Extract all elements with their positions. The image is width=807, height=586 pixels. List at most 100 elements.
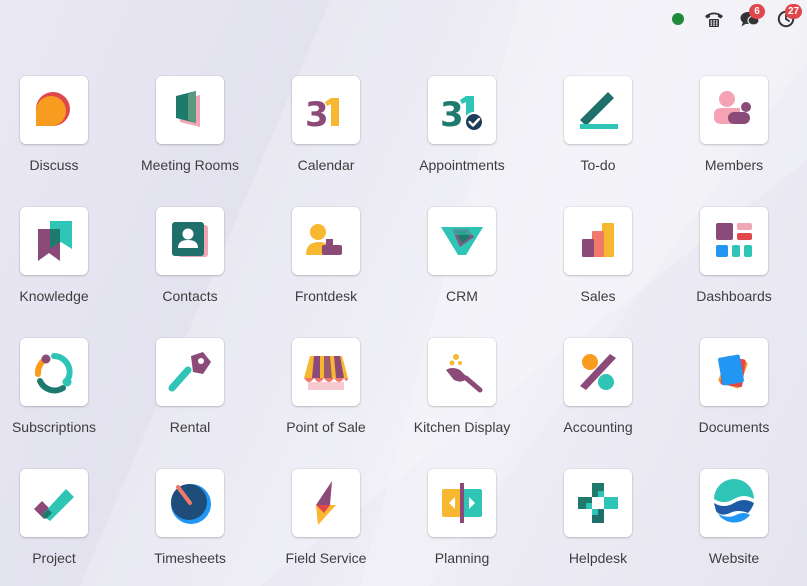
app-tile bbox=[292, 469, 360, 537]
app-label: Contacts bbox=[162, 288, 218, 304]
app-tile: 3 bbox=[292, 76, 360, 144]
app-planning[interactable]: Planning bbox=[394, 469, 530, 581]
app-discuss[interactable]: Discuss bbox=[0, 76, 122, 188]
sales-icon bbox=[582, 223, 614, 257]
messages-button[interactable]: 6 bbox=[739, 4, 765, 30]
app-tile bbox=[700, 76, 768, 144]
todo-icon bbox=[580, 92, 618, 129]
app-label: Accounting bbox=[563, 419, 633, 435]
app-tile bbox=[700, 338, 768, 406]
app-calendar[interactable]: 3 Calendar bbox=[258, 76, 394, 188]
app-field-service[interactable]: Field Service bbox=[258, 469, 394, 581]
field-service-icon bbox=[316, 481, 336, 525]
app-label: Point of Sale bbox=[286, 419, 366, 435]
app-members[interactable]: Members bbox=[666, 76, 802, 188]
app-tile bbox=[700, 469, 768, 537]
app-sales[interactable]: Sales bbox=[530, 207, 666, 319]
activities-badge: 27 bbox=[785, 4, 803, 19]
app-label: Kitchen Display bbox=[413, 419, 511, 435]
app-tile bbox=[156, 76, 224, 144]
app-label: Meeting Rooms bbox=[140, 157, 240, 173]
crm-icon bbox=[441, 227, 483, 255]
kitchen-display-icon bbox=[446, 354, 483, 393]
phone-button[interactable] bbox=[703, 8, 725, 30]
app-label: Knowledge bbox=[19, 288, 89, 304]
app-label: To-do bbox=[580, 157, 616, 173]
timesheets-icon bbox=[171, 484, 211, 524]
app-rental[interactable]: Rental bbox=[122, 338, 258, 450]
app-tile bbox=[564, 207, 632, 275]
accounting-icon bbox=[580, 354, 616, 390]
app-tile bbox=[700, 207, 768, 275]
app-label: Project bbox=[32, 550, 76, 566]
frontdesk-icon bbox=[306, 224, 342, 255]
documents-icon bbox=[718, 354, 748, 389]
meeting-rooms-icon bbox=[176, 91, 200, 127]
app-label: Members bbox=[704, 157, 764, 173]
app-subscriptions[interactable]: Subscriptions bbox=[0, 338, 122, 450]
systray: 6 27 bbox=[667, 4, 803, 32]
app-tile bbox=[156, 338, 224, 406]
app-accounting[interactable]: Accounting bbox=[530, 338, 666, 450]
app-website[interactable]: Website bbox=[666, 469, 802, 581]
app-tile bbox=[20, 469, 88, 537]
activities-button[interactable]: 27 bbox=[775, 4, 803, 30]
app-tile bbox=[292, 207, 360, 275]
app-kitchen-display[interactable]: Kitchen Display bbox=[394, 338, 530, 450]
helpdesk-icon bbox=[578, 483, 618, 523]
calendar-icon: 3 bbox=[305, 95, 339, 134]
app-appointments[interactable]: 3 Appointments bbox=[394, 76, 530, 188]
app-tile bbox=[564, 338, 632, 406]
app-tile bbox=[428, 338, 496, 406]
subscriptions-icon bbox=[34, 353, 73, 394]
rental-icon bbox=[168, 352, 211, 392]
app-tile bbox=[428, 469, 496, 537]
point-of-sale-icon bbox=[304, 356, 348, 390]
app-tile bbox=[428, 207, 496, 275]
dashboards-icon bbox=[716, 223, 752, 257]
app-label: Website bbox=[708, 550, 760, 566]
app-label: Timesheets bbox=[154, 550, 226, 566]
app-tile bbox=[20, 338, 88, 406]
app-project[interactable]: Project bbox=[0, 469, 122, 581]
app-to-do[interactable]: To-do bbox=[530, 76, 666, 188]
app-dashboards[interactable]: Dashboards bbox=[666, 207, 802, 319]
app-crm[interactable]: CRM bbox=[394, 207, 530, 319]
app-tile bbox=[20, 76, 88, 144]
app-label: Helpdesk bbox=[568, 550, 628, 566]
app-tile bbox=[292, 338, 360, 406]
app-label: Subscriptions bbox=[11, 419, 97, 435]
app-label: Planning bbox=[434, 550, 490, 566]
contacts-icon bbox=[172, 222, 208, 257]
app-label: Rental bbox=[169, 419, 211, 435]
app-tile bbox=[564, 76, 632, 144]
app-contacts[interactable]: Contacts bbox=[122, 207, 258, 319]
phone-icon bbox=[705, 12, 723, 27]
presence-dot bbox=[672, 13, 684, 25]
appointments-day-digit-3: 3 bbox=[440, 95, 464, 134]
planning-icon bbox=[442, 483, 482, 523]
app-label: Sales bbox=[580, 288, 616, 304]
app-tile bbox=[156, 469, 224, 537]
app-timesheets[interactable]: Timesheets bbox=[122, 469, 258, 581]
calendar-day-digit-3: 3 bbox=[305, 95, 329, 134]
presence-status[interactable] bbox=[667, 8, 689, 30]
app-label: Appointments bbox=[419, 157, 505, 173]
app-tile: 3 bbox=[428, 76, 496, 144]
app-label: Calendar bbox=[297, 157, 355, 173]
app-meeting-rooms[interactable]: Meeting Rooms bbox=[122, 76, 258, 188]
app-helpdesk[interactable]: Helpdesk bbox=[530, 469, 666, 581]
app-label: CRM bbox=[446, 288, 478, 304]
website-icon bbox=[714, 479, 754, 523]
app-knowledge[interactable]: Knowledge bbox=[0, 207, 122, 319]
app-documents[interactable]: Documents bbox=[666, 338, 802, 450]
members-icon bbox=[714, 91, 751, 124]
app-tile bbox=[564, 469, 632, 537]
app-label: Field Service bbox=[285, 550, 367, 566]
project-icon bbox=[34, 489, 74, 521]
knowledge-icon bbox=[38, 221, 72, 261]
app-label: Dashboards bbox=[696, 288, 772, 304]
discuss-icon bbox=[35, 92, 70, 126]
app-point-of-sale[interactable]: Point of Sale bbox=[258, 338, 394, 450]
app-frontdesk[interactable]: Frontdesk bbox=[258, 207, 394, 319]
